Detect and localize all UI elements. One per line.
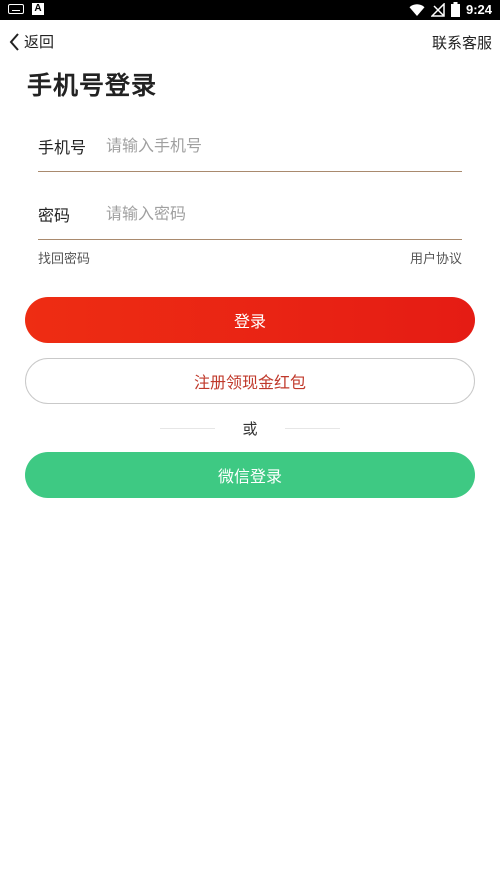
wifi-icon (409, 3, 425, 16)
user-agreement-link[interactable]: 用户协议 (410, 248, 462, 267)
phone-field: 手机号 (38, 122, 462, 172)
back-button[interactable]: 返回 (8, 31, 54, 52)
page-title: 手机号登录 (27, 71, 158, 100)
keyboard-icon (8, 4, 24, 14)
divider-line-right (285, 428, 340, 429)
register-button[interactable]: 注册领现金红包 (25, 358, 475, 404)
notification-a-icon: A (32, 3, 44, 15)
password-field: 密码 (38, 190, 462, 240)
login-button[interactable]: 登录 (25, 297, 475, 343)
form-links: 找回密码 用户协议 (38, 248, 462, 267)
top-bar: 返回 联系客服 (0, 28, 500, 58)
battery-icon (450, 2, 460, 17)
status-bar: A 9:24 (0, 0, 500, 20)
password-label: 密码 (38, 206, 71, 225)
wechat-login-button[interactable]: 微信登录 (25, 452, 475, 498)
phone-label: 手机号 (38, 138, 87, 157)
contact-support-link[interactable]: 联系客服 (432, 32, 492, 53)
back-label: 返回 (24, 33, 55, 51)
or-divider: 或 (160, 418, 340, 438)
forgot-password-link[interactable]: 找回密码 (38, 248, 90, 267)
no-signal-icon (430, 2, 445, 17)
chevron-left-icon (9, 32, 19, 51)
status-time: 9:24 (465, 2, 492, 17)
phone-input[interactable] (106, 130, 456, 160)
password-input[interactable] (106, 198, 456, 228)
